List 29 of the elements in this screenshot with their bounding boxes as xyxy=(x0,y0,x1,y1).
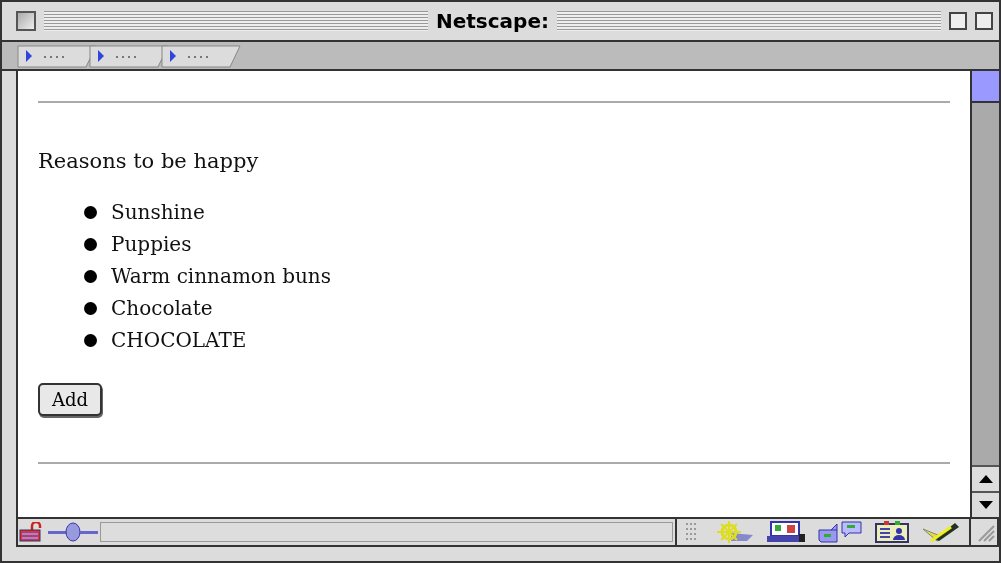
page-heading: Reasons to be happy xyxy=(38,149,260,173)
address-card-icon[interactable] xyxy=(875,521,909,543)
bullet-icon xyxy=(84,333,97,347)
collapse-box[interactable] xyxy=(975,12,993,30)
add-button[interactable]: Add xyxy=(38,383,103,416)
zoom-box[interactable] xyxy=(949,12,967,30)
grip-icon xyxy=(685,522,699,542)
close-box[interactable] xyxy=(16,11,36,31)
bullet-icon xyxy=(84,301,97,315)
list-item: Sunshine xyxy=(111,200,205,224)
scrollbar[interactable] xyxy=(970,71,999,517)
bullet-icon xyxy=(84,205,97,219)
list-item: Warm cinnamon buns xyxy=(111,264,331,288)
plug-icon[interactable] xyxy=(48,522,98,542)
chat-bubbles-icon[interactable] xyxy=(817,521,863,543)
down-arrow-icon xyxy=(978,501,993,509)
list-item: Puppies xyxy=(111,232,192,256)
bullet-icon xyxy=(84,237,97,251)
list-item: Chocolate xyxy=(111,296,213,320)
scroll-thumb[interactable] xyxy=(972,71,999,103)
list-item: CHOCOLATE xyxy=(111,328,247,352)
window-title: Netscape: xyxy=(436,9,549,33)
bullet-icon xyxy=(84,269,97,283)
up-arrow-icon xyxy=(978,475,993,483)
computer-icon[interactable] xyxy=(767,521,805,543)
scroll-up-button[interactable] xyxy=(972,465,999,491)
scroll-down-button[interactable] xyxy=(972,491,999,517)
toolbar-tab-icon[interactable] xyxy=(161,45,241,68)
pen-icon[interactable] xyxy=(921,521,961,543)
